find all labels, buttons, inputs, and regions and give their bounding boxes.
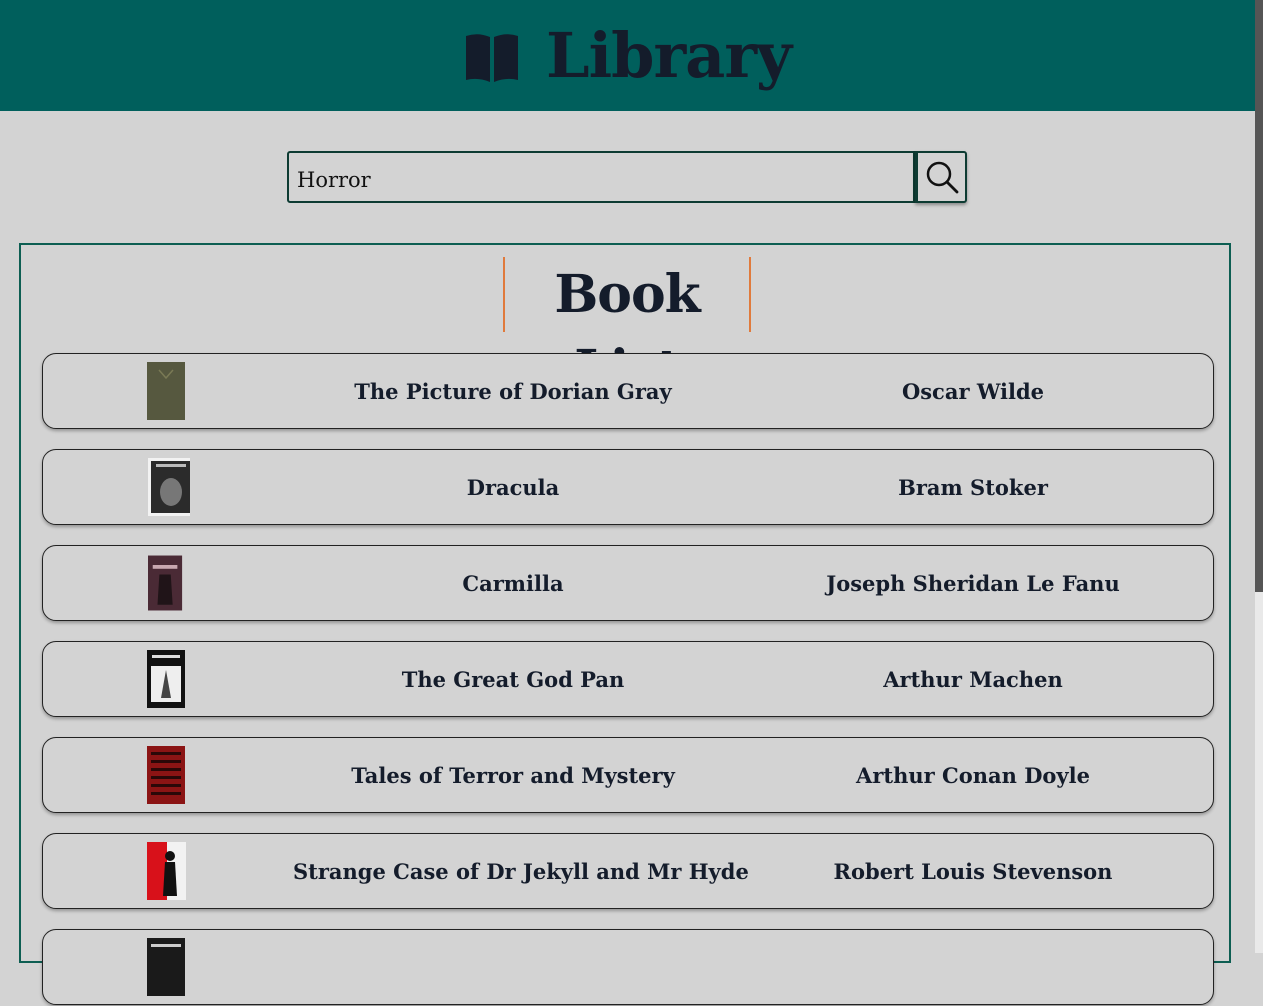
book-row[interactable]: The Great God Pan Arthur Machen [42,641,1214,717]
book-title: The Great God Pan [401,667,625,692]
search-button[interactable] [915,151,967,203]
book-cover-image [147,746,185,804]
book-title: Dracula [466,475,560,500]
book-author: Arthur Machen [883,667,1063,692]
book-icon [465,33,518,82]
book-row[interactable]: Dracula Bram Stoker [42,449,1214,525]
book-title: Strange Case of Dr Jekyll and Mr Hyde [293,859,749,884]
book-author: Arthur Conan Doyle [856,763,1090,788]
book-author: Bram Stoker [898,475,1048,500]
book-cover-image [148,555,183,611]
book-row[interactable] [42,929,1214,1005]
book-title: Carmilla [462,571,564,596]
book-author: Robert Louis Stevenson [833,859,1113,884]
book-cover-image [147,842,186,900]
book-row[interactable]: Carmilla Joseph Sheridan Le Fanu [42,545,1214,621]
book-author: Oscar Wilde [901,379,1045,404]
app-title: Library [545,19,792,92]
book-list-panel: Book List The Picture of Dorian Gray Osc… [19,243,1231,1005]
book-cover-image [148,458,190,516]
book-title: The Picture of Dorian Gray [354,379,672,404]
book-cover-image [147,362,185,420]
page-scrollbar[interactable] [1255,0,1263,953]
scrollbar-thumb[interactable] [1255,0,1263,592]
book-title: Tales of Terror and Mystery [351,763,675,788]
book-cover-image [147,650,185,708]
app-header: Library [0,0,1255,111]
book-row[interactable]: Strange Case of Dr Jekyll and Mr Hyde Ro… [42,833,1214,909]
book-author [773,930,1173,1006]
search-bar [287,151,967,203]
search-input[interactable] [287,151,915,203]
book-list-heading: Book List [503,257,751,400]
book-title [293,930,733,1006]
search-icon [926,161,958,194]
book-cover-image [147,938,185,996]
book-row[interactable]: The Picture of Dorian Gray Oscar Wilde [42,353,1214,429]
book-author: Joseph Sheridan Le Fanu [826,571,1120,596]
book-row[interactable]: Tales of Terror and Mystery Arthur Conan… [42,737,1214,813]
